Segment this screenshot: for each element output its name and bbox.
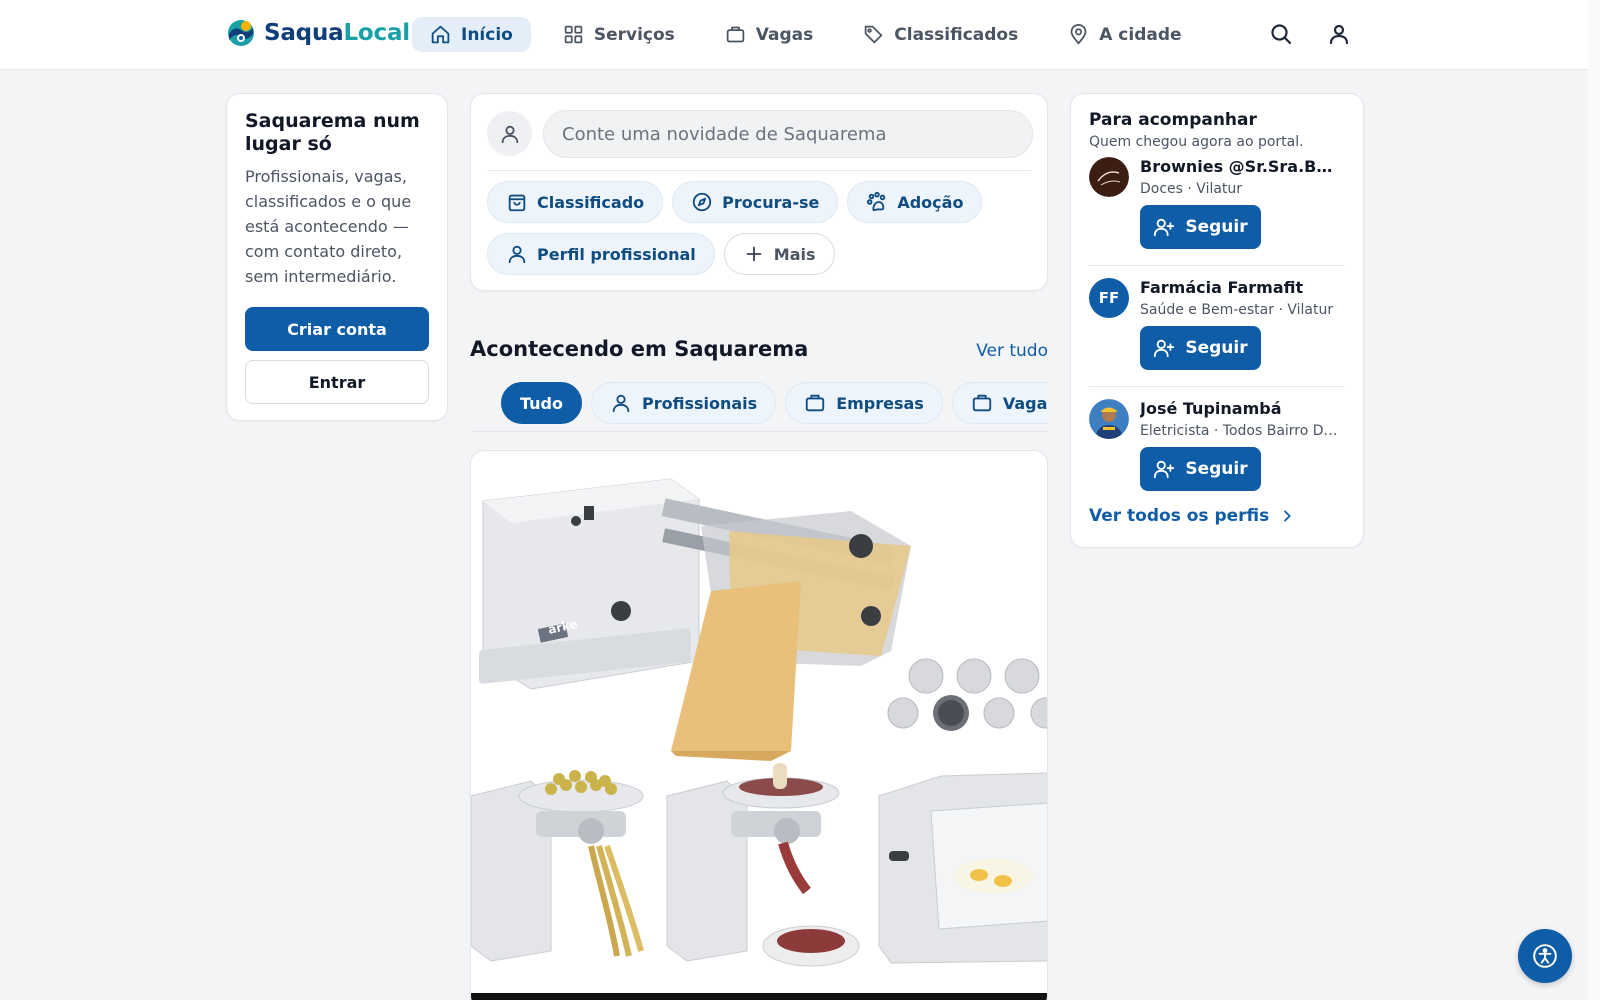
tab-tudo[interactable]: Tudo <box>501 382 582 424</box>
accessibility-icon <box>1533 944 1557 968</box>
briefcase-icon <box>972 394 991 412</box>
tab-label: Vagas <box>1002 393 1048 413</box>
avatar[interactable]: FF <box>1089 278 1129 318</box>
chip-label: Mais <box>773 244 816 264</box>
follow-button-label: Seguir <box>1185 459 1248 479</box>
main-nav: Início Serviços Vagas Classificados A ci… <box>412 17 1200 52</box>
top-header: SaquaLocal Início Serviços Vagas Classif… <box>0 0 1588 70</box>
user-plus-icon <box>1154 218 1175 237</box>
feed-post-card[interactable]: arke <box>470 450 1048 1000</box>
feed-filter-tabs: Tudo Profissionais Empresas Vagas <box>470 378 1048 432</box>
nav-item-a-cidade[interactable]: A cidade <box>1050 17 1199 52</box>
user-icon[interactable] <box>1327 22 1351 46</box>
chip-adocao[interactable]: Adoção <box>847 181 983 223</box>
nav-item-vagas[interactable]: Vagas <box>707 17 831 52</box>
nav-item-inicio[interactable]: Início <box>412 17 531 52</box>
post-composer: Conte uma novidade de Saquarema Classifi… <box>470 93 1048 291</box>
follow-title: Para acompanhar <box>1089 110 1257 130</box>
profile-name[interactable]: Brownies @Sr.Sra.Brownies <box>1140 157 1340 176</box>
user-plus-icon <box>1154 339 1175 358</box>
composer-divider <box>487 170 1031 171</box>
brand-name-part2: Local <box>343 20 410 46</box>
user-icon <box>501 125 518 143</box>
feed-title: Acontecendo em Saquarema <box>470 337 809 361</box>
briefcase-icon <box>806 394 825 412</box>
post-image[interactable]: arke <box>471 451 1048 1000</box>
divider <box>1089 386 1345 387</box>
accessibility-button[interactable] <box>1518 929 1572 983</box>
intro-card: Saquarema num lugar só Profissionais, va… <box>226 93 448 421</box>
logo-icon <box>228 20 254 46</box>
page-scrollbar[interactable] <box>1588 0 1600 1000</box>
chip-label: Perfil profissional <box>537 244 696 264</box>
divider <box>1089 265 1345 266</box>
briefcase-icon <box>726 26 745 43</box>
create-account-button[interactable]: Criar conta <box>245 307 429 351</box>
chip-label: Procura-se <box>722 192 820 212</box>
tab-label: Tudo <box>520 393 563 413</box>
chip-perfil-profissional[interactable]: Perfil profissional <box>487 233 715 275</box>
map-pin-icon <box>1070 24 1087 45</box>
paw-icon <box>867 191 886 212</box>
chip-procura-se[interactable]: Procura-se <box>672 181 839 223</box>
profile-meta: Eletricista · Todos Bairro De Saquarema <box>1140 423 1345 439</box>
follow-button-label: Seguir <box>1185 217 1248 237</box>
profile-meta: Doces · Vilatur <box>1140 181 1243 197</box>
see-all-link[interactable]: Ver tudo <box>976 341 1048 361</box>
user-plus-icon <box>1154 460 1175 479</box>
nav-item-label: Início <box>461 24 513 45</box>
composer-avatar <box>487 111 532 156</box>
brand-name-part1: Saqua <box>264 20 344 46</box>
user-icon <box>612 394 630 413</box>
brand-name: SaquaLocal <box>264 20 410 46</box>
plus-icon <box>746 246 762 262</box>
nav-item-label: Classificados <box>894 24 1019 45</box>
composer-chips: Classificado Procura-se Adoção Perfil pr… <box>487 181 1033 275</box>
login-button[interactable]: Entrar <box>245 360 429 404</box>
see-all-profiles-label: Ver todos os perfis <box>1089 506 1270 526</box>
tab-empresas[interactable]: Empresas <box>785 382 943 424</box>
intro-description: Profissionais, vagas, classificados e o … <box>245 167 412 286</box>
tab-label: Empresas <box>836 393 924 413</box>
brand-logo[interactable]: SaquaLocal <box>226 18 410 48</box>
compass-icon <box>692 192 712 212</box>
chip-mais[interactable]: Mais <box>723 233 835 275</box>
home-icon <box>431 25 450 44</box>
avatar-image <box>1089 157 1129 197</box>
profile-meta: Saúde e Bem-estar · Vilatur <box>1140 302 1334 318</box>
tab-profissionais[interactable]: Profissionais <box>591 382 777 424</box>
avatar[interactable] <box>1089 157 1129 197</box>
avatar[interactable] <box>1089 399 1129 439</box>
intro-title: Saquarema num lugar só <box>245 110 420 155</box>
chip-classificado[interactable]: Classificado <box>487 181 664 223</box>
nav-item-classificados[interactable]: Classificados <box>845 17 1036 52</box>
avatar-image <box>1089 399 1129 439</box>
search-icon[interactable] <box>1269 22 1293 46</box>
follow-card: Para acompanhar Quem chegou agora ao por… <box>1070 93 1364 548</box>
chip-label: Adoção <box>897 192 964 212</box>
follow-button[interactable]: Seguir <box>1140 205 1261 249</box>
nav-item-servicos[interactable]: Serviços <box>545 17 693 52</box>
nav-item-label: Vagas <box>755 24 814 45</box>
composer-input[interactable]: Conte uma novidade de Saquarema <box>543 110 1033 158</box>
nav-item-label: A cidade <box>1099 24 1182 45</box>
follow-button[interactable]: Seguir <box>1140 326 1261 370</box>
follow-subtitle: Quem chegou agora ao portal. <box>1089 134 1304 150</box>
profile-name[interactable]: Farmácia Farmafit <box>1140 278 1340 297</box>
chip-label: Classificado <box>537 192 645 212</box>
follow-button-label: Seguir <box>1185 338 1248 358</box>
tag-icon <box>865 25 883 44</box>
follow-button[interactable]: Seguir <box>1140 447 1261 491</box>
tab-label: Profissionais <box>642 393 758 413</box>
grid-icon <box>564 25 583 44</box>
shopping-bag-icon <box>508 194 526 212</box>
chevron-right-icon <box>1284 510 1291 522</box>
profile-name[interactable]: José Tupinambá <box>1140 399 1340 418</box>
see-all-profiles-link[interactable]: Ver todos os perfis <box>1089 506 1295 526</box>
nav-item-label: Serviços <box>593 24 675 45</box>
user-icon <box>508 245 526 264</box>
tab-vagas[interactable]: Vagas <box>951 382 1048 424</box>
